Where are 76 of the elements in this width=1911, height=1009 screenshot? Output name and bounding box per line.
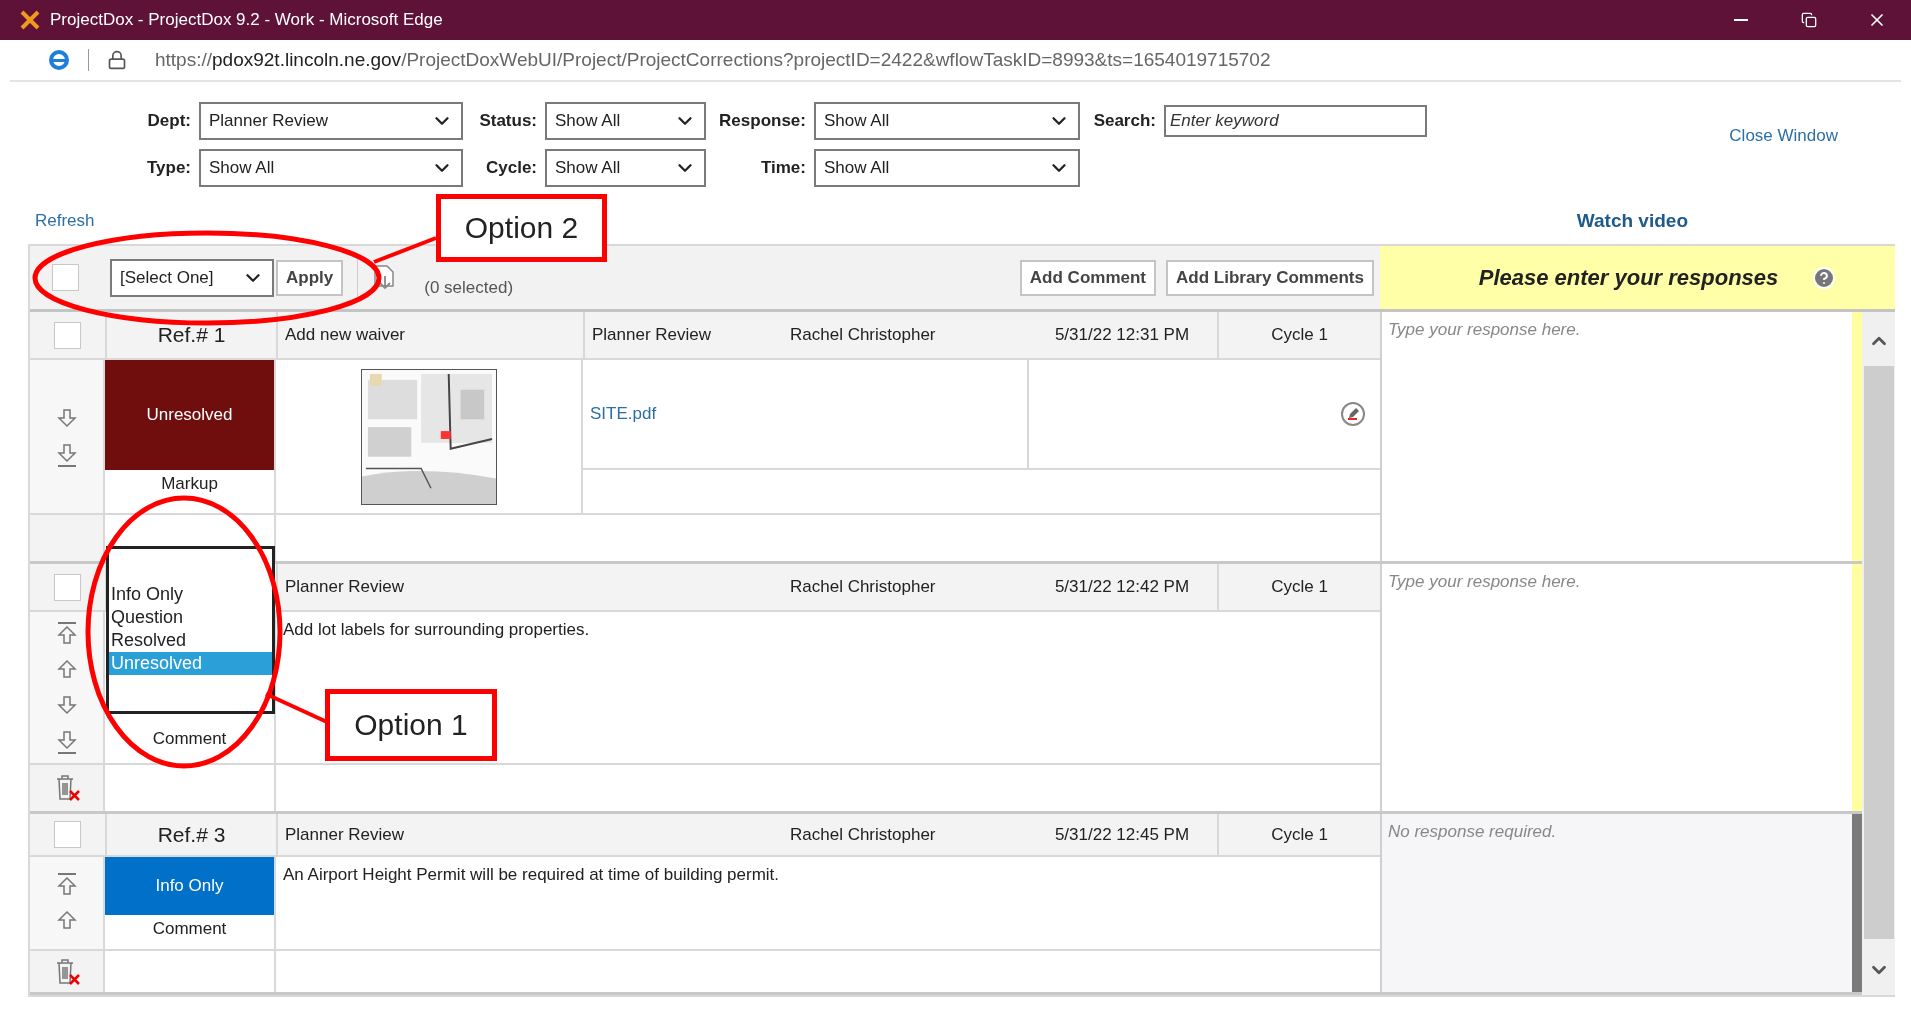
checkbox[interactable] [54, 321, 81, 349]
status-listbox[interactable]: Info Only Question Resolved Unresolved [106, 546, 275, 714]
checkbox[interactable] [54, 573, 81, 601]
checkbox[interactable] [52, 264, 79, 291]
author-name: Rachel Christopher [790, 824, 936, 845]
status-badge: Info Only [105, 857, 274, 915]
cycle-label: Cycle 1 [1271, 824, 1328, 845]
callout-line [265, 692, 328, 724]
filter-label: Response: [718, 111, 806, 131]
response-field[interactable]: Type your response here. [1388, 320, 1846, 553]
comment-type: Markup [160, 473, 219, 495]
url-text: https://pdox92t.lincoln.ne.gov/ProjectDoxWebUI/Project/ProjectCorrections?projectID=2422&wflowTaskID=8993&ts=1654019715702 [155, 49, 1271, 71]
callout-label: Option 2 [436, 194, 607, 262]
filter-dropdown[interactable]: Show All [545, 149, 706, 187]
filter-dropdown[interactable]: Show All [545, 102, 706, 140]
response-note: No response required. [1388, 822, 1557, 841]
author-name: Rachel Christopher [790, 325, 936, 345]
browser-icon [48, 49, 70, 71]
comment-date: 5/31/22 12:45 PM [1054, 824, 1190, 845]
edit-icon[interactable] [1340, 401, 1366, 427]
comment-type: Comment [151, 918, 228, 940]
minimize-icon [1734, 19, 1748, 21]
cycle-label: Cycle 1 [1271, 577, 1328, 597]
move-top-icon[interactable] [55, 872, 78, 898]
restore-icon [1801, 12, 1817, 28]
department-name: Planner Review [285, 824, 405, 845]
cycle-label: Cycle 1 [1271, 325, 1328, 345]
help-icon[interactable] [1812, 265, 1837, 290]
status-option[interactable]: Info Only [109, 583, 272, 606]
filter-label: Type: [145, 158, 191, 178]
checkbox[interactable] [54, 821, 81, 848]
move-top-icon[interactable] [55, 620, 78, 647]
filter-label: Status: [478, 111, 537, 131]
response-field[interactable]: Type your response here. [1388, 572, 1846, 803]
department-name: Planner Review [285, 577, 405, 597]
department-name: Planner Review [592, 325, 712, 345]
status-badge: Unresolved [105, 360, 274, 470]
window-title: ProjectDox - ProjectDox 9.2 - Work - Microsoft Edge [50, 10, 443, 30]
reference-number: Ref.# 1 [157, 323, 226, 347]
responses-heading: Please enter your responses [1478, 264, 1779, 291]
close-window-link[interactable]: Close Window [1729, 126, 1911, 146]
status-option[interactable]: Question [109, 606, 272, 629]
refresh-link[interactable]: Refresh [35, 211, 95, 231]
author-name: Rachel Christopher [790, 577, 936, 597]
filter-label: Time: [759, 158, 806, 178]
comment-text: An Airport Height Permit will be required at time of building permit. [283, 865, 780, 884]
search-field[interactable]: Enter keyword [1164, 105, 1427, 137]
app-logo-icon [20, 10, 40, 30]
bulk-action-dropdown[interactable]: [Select One] [110, 258, 274, 297]
scrollbar[interactable] [1862, 312, 1895, 995]
reference-number: Ref.# 3 [157, 822, 226, 847]
move-bottom-icon[interactable] [55, 728, 78, 755]
filter-dropdown[interactable]: Planner Review [199, 102, 463, 140]
scroll-thumb[interactable] [1863, 366, 1894, 939]
comment-date: 5/31/22 12:31 PM [1054, 325, 1190, 345]
watch-video-link[interactable]: Watch video [1576, 210, 1688, 232]
filter-label: Dept: [146, 111, 191, 131]
filter-label: Cycle: [484, 158, 537, 178]
filter-label: Search: [1092, 111, 1156, 131]
toolbar-button[interactable]: Add Library Comments [1166, 259, 1374, 296]
comment-type: Comment [151, 728, 228, 750]
filter-dropdown[interactable]: Show All [814, 149, 1080, 187]
callout-label: Option 1 [325, 689, 497, 761]
filter-dropdown[interactable]: Show All [199, 149, 463, 187]
selected-count: (0 selected) [424, 277, 514, 298]
toolbar-button[interactable]: Add Comment [1019, 259, 1156, 296]
apply-button[interactable]: Apply [276, 259, 344, 296]
file-link[interactable]: SITE.pdf [590, 404, 657, 424]
comment-date: 5/31/22 12:42 PM [1054, 577, 1190, 597]
status-option[interactable]: Resolved [109, 629, 272, 652]
callout-line [373, 236, 437, 264]
lock-icon [107, 50, 127, 70]
comment-text: Add lot labels for surrounding properties. [283, 620, 590, 639]
filter-dropdown[interactable]: Show All [814, 102, 1080, 140]
comment-title: Add new waiver [285, 325, 405, 345]
move-bottom-icon[interactable] [55, 441, 78, 468]
